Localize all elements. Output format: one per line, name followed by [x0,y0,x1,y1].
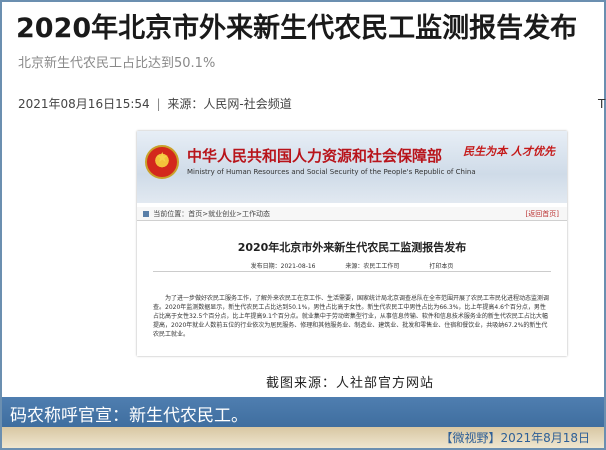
caption-text: 码农称呼官宣：新生代农民工。 [10,406,248,426]
ministry-name-en: Ministry of Human Resources and Social S… [187,168,476,176]
article-source: 来源：人民网-社会频道 [167,97,292,111]
document-title: 2020年北京市外来新生代农民工监测报告发布 [237,241,467,254]
document-date: 发布日期：2021-08-16 [250,263,316,270]
meta-separator: | [156,97,161,111]
footer-strip: 【微视野】2021年8月18日 [2,427,604,448]
cropped-edge-text: T [598,97,606,111]
document-divider [153,271,551,272]
image-credit: 截图来源：人社部官方网站 [266,376,435,391]
article-subheadline: 北京新生代农民工占比达到50.1% [18,56,216,71]
national-emblem-icon [145,145,179,179]
article-date: 2021年08月16日15:54 [18,97,150,111]
breadcrumb-text: 当前位置：首页>就业创业>工作动态 [153,210,270,218]
return-home-link[interactable]: [返回首页] [526,209,559,219]
footer-date: 【微视野】2021年8月18日 [440,431,590,445]
ministry-banner: 中华人民共和国人力资源和社会保障部 Ministry of Human Reso… [137,131,567,203]
document-meta: 发布日期：2021-08-16 来源：农民工工作司 打印本页 [137,261,567,270]
location-icon [143,211,149,217]
caption-bar: 码农称呼官宣：新生代农民工。 [2,397,604,427]
breadcrumb-bar: 当前位置：首页>就业创业>工作动态 [返回首页] [137,207,567,221]
ministry-slogan: 民生为本 人才优先 [463,145,555,158]
breadcrumb: 当前位置：首页>就业创业>工作动态 [143,209,270,219]
article-headline: 2020年北京市外来新生代农民工监测报告发布 [16,13,578,44]
print-page-link[interactable]: 打印本页 [429,263,453,270]
article-meta: 2021年08月16日15:54 | 来源：人民网-社会频道 [18,95,292,112]
document-body: 为了进一步做好农民工服务工作，了解外来农民工在京工作、生活需要，国家统计局北京调… [153,295,550,338]
embedded-screenshot: 中华人民共和国人力资源和社会保障部 Ministry of Human Reso… [137,131,567,356]
ministry-name-cn: 中华人民共和国人力资源和社会保障部 [187,147,443,165]
document-source: 来源：农民工工作司 [345,263,400,270]
